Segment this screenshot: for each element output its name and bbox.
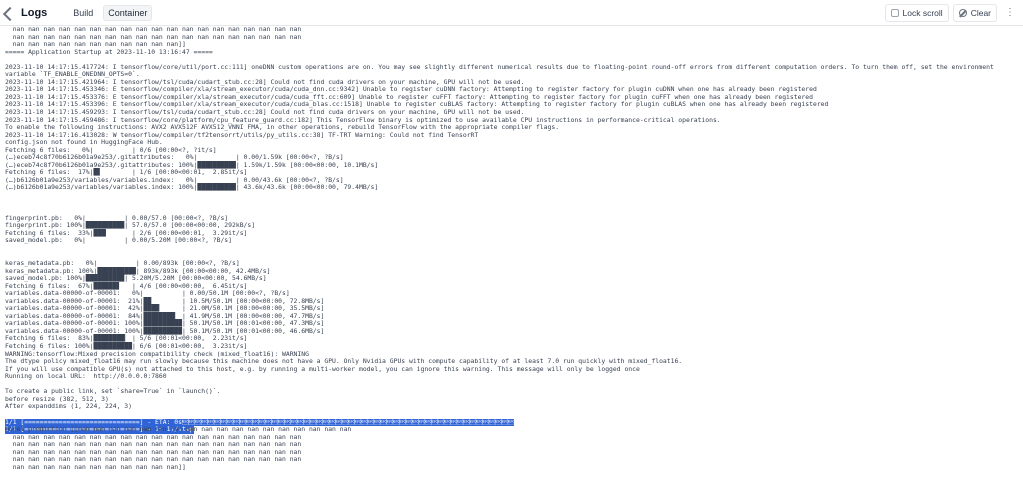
clear-button[interactable]: Clear bbox=[952, 4, 997, 22]
log-line-wrap: nan nan nan nan nan nan nan nan nan nan … bbox=[5, 462, 1023, 472]
log-line: nan nan nan nan nan nan nan nan nan nan … bbox=[5, 462, 186, 471]
log-line: before resize (382, 512, 3) bbox=[5, 394, 109, 403]
log-line: ===== Application Startup at 2023-11-10 … bbox=[5, 47, 213, 56]
log-line-wrap: To create a public link, set `share=True… bbox=[5, 388, 1023, 396]
tab-build[interactable]: Build bbox=[69, 6, 97, 20]
log-line: To create a public link, set `share=True… bbox=[5, 387, 221, 396]
log-line-wrap: 1/1 [==============================] - E… bbox=[5, 411, 1023, 427]
log-line-wrap bbox=[5, 192, 1023, 200]
lock-scroll-label: Lock scroll bbox=[902, 8, 943, 18]
log-line-wrap: ===== Application Startup at 2023-11-10 … bbox=[5, 47, 1023, 57]
log-line-wrap bbox=[5, 200, 1023, 208]
log-line-wrap bbox=[5, 245, 1023, 253]
more-vertical-icon[interactable]: ⋮ bbox=[1005, 8, 1015, 18]
log-line: (…)b6126b01a9e253/variables/variables.in… bbox=[5, 183, 379, 192]
log-line-wrap: (…)b6126b01a9e253/variables/variables.in… bbox=[5, 184, 1023, 192]
lock-scroll-checkbox[interactable] bbox=[890, 9, 899, 17]
logs-title: Logs bbox=[21, 6, 48, 19]
log-line-wrap: saved_model.pb: 0%| | 0.00/5.20M [00:00<… bbox=[5, 237, 1023, 245]
logs-tabs: Build Container bbox=[69, 4, 158, 21]
clear-icon bbox=[958, 9, 967, 17]
log-line-wrap: Running on local URL: http://0.0.0.0:786… bbox=[5, 373, 1023, 381]
tab-container[interactable]: Container bbox=[103, 4, 153, 21]
log-line: saved_model.pb: 0%| | 0.00/5.20M [00:00<… bbox=[5, 236, 233, 245]
log-line-wrap: before resize (382, 512, 3) bbox=[5, 394, 1023, 404]
logs-actions: Lock scroll Clear ⋮ bbox=[881, 4, 1015, 22]
logs-title-group: Logs bbox=[2, 6, 48, 21]
log-line: Running on local URL: http://0.0.0.0:786… bbox=[5, 372, 167, 381]
log-line-wrap: 2023-11-10 14:17:15.417724: I tensorflow… bbox=[5, 62, 1023, 72]
clear-label: Clear bbox=[970, 8, 991, 18]
lock-scroll-button[interactable]: Lock scroll bbox=[884, 4, 949, 22]
log-line-wrap: After expanddims (1, 224, 224, 3) bbox=[5, 403, 1023, 411]
logs-header: Logs Build Container Lock scroll Clear ⋮ bbox=[0, 0, 1023, 26]
collapse-chevron-icon[interactable] bbox=[2, 6, 18, 21]
log-output[interactable]: nan nan nan nan nan nan nan nan nan nan … bbox=[0, 26, 1023, 502]
log-line: After expanddims (1, 224, 224, 3) bbox=[5, 402, 132, 411]
log-line: 2023-11-10 14:17:15.417724: I tensorflow… bbox=[5, 62, 994, 71]
